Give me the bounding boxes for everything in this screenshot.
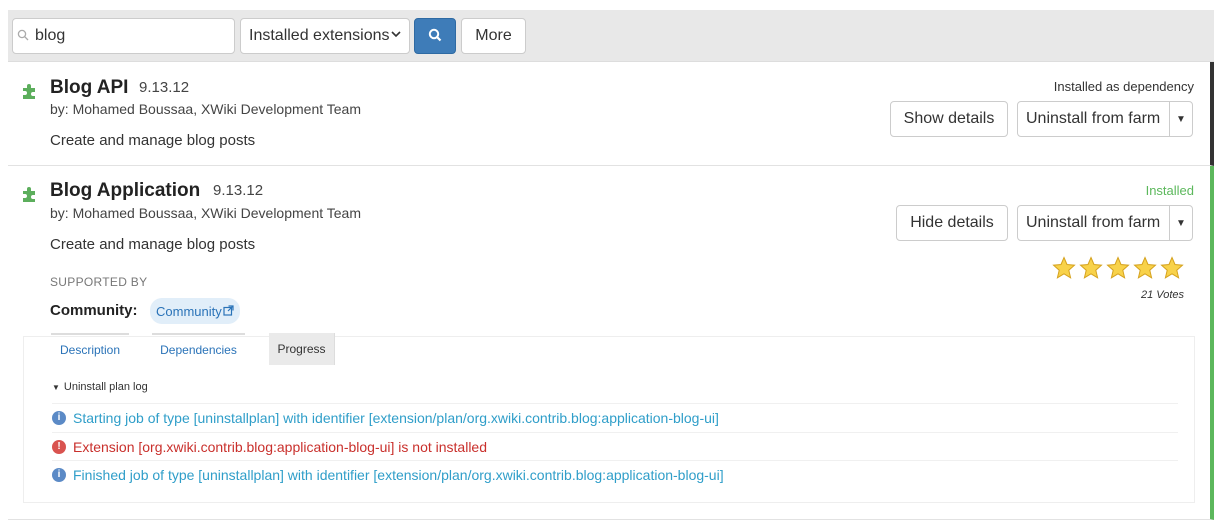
tab-progress[interactable]: Progress xyxy=(269,333,335,365)
extension-description: Create and manage blog posts xyxy=(50,236,256,253)
external-link-icon xyxy=(223,304,234,319)
error-icon: ! xyxy=(52,439,66,454)
log-entry: i Finished job of type [uninstallplan] w… xyxy=(52,460,1178,488)
uninstall-from-farm-button[interactable]: Uninstall from farm xyxy=(1018,102,1170,136)
show-details-button[interactable]: Show details xyxy=(890,101,1008,137)
uninstall-split-button: Uninstall from farm ▼ xyxy=(1017,101,1193,137)
puzzle-icon xyxy=(20,185,38,203)
votes-count: 21 Votes xyxy=(1140,289,1184,301)
info-icon: i xyxy=(52,467,66,482)
search-toolbar: Installed extensions More xyxy=(8,10,1214,62)
community-link[interactable]: Community xyxy=(150,298,240,324)
log-text: Extension [org.xwiki.contrib.blog:applic… xyxy=(73,438,487,455)
extension-version: 9.13.12 xyxy=(213,182,264,199)
log-entry: ! Extension [org.xwiki.contrib.blog:appl… xyxy=(52,432,1178,460)
search-button[interactable] xyxy=(414,18,456,54)
caret-down-icon[interactable]: ▼ xyxy=(1170,114,1192,125)
extension-description: Create and manage blog posts xyxy=(50,132,256,149)
search-icon xyxy=(428,28,442,45)
filter-selected-value: Installed extensions xyxy=(249,27,390,44)
rating-stars[interactable] xyxy=(1052,256,1184,280)
hide-details-button[interactable]: Hide details xyxy=(896,205,1008,241)
chevron-down-icon xyxy=(391,28,401,42)
more-button[interactable]: More xyxy=(461,18,526,54)
caret-down-icon: ▼ xyxy=(52,383,60,392)
extension-item-blog-application: Blog Application 9.13.12 by: Mohamed Bou… xyxy=(8,166,1214,520)
tab-dependencies[interactable]: Dependencies xyxy=(152,333,245,365)
puzzle-icon xyxy=(20,82,38,100)
extension-name[interactable]: Blog Application xyxy=(50,180,200,202)
tab-description[interactable]: Description xyxy=(51,333,129,365)
supported-by-heading: SUPPORTED BY xyxy=(50,275,148,289)
star-icon[interactable] xyxy=(1079,256,1103,280)
search-field-wrapper xyxy=(12,18,235,54)
extension-authors: by: Mohamed Boussaa, XWiki Development T… xyxy=(50,101,361,117)
star-icon[interactable] xyxy=(1160,256,1184,280)
star-icon[interactable] xyxy=(1106,256,1130,280)
status-badge: Installed xyxy=(1145,183,1194,198)
extension-authors: by: Mohamed Boussaa, XWiki Development T… xyxy=(50,205,361,221)
log-text: Finished job of type [uninstallplan] wit… xyxy=(73,466,724,483)
uninstall-from-farm-button[interactable]: Uninstall from farm xyxy=(1018,206,1170,240)
log-entry: i Starting job of type [uninstallplan] w… xyxy=(52,403,1178,431)
caret-down-icon[interactable]: ▼ xyxy=(1170,218,1192,229)
status-badge: Installed as dependency xyxy=(1053,79,1194,94)
star-icon[interactable] xyxy=(1052,256,1076,280)
log-text: Starting job of type [uninstallplan] wit… xyxy=(73,409,719,426)
details-tabs-panel: Description Dependencies Progress ▼ Unins… xyxy=(23,333,1195,503)
uninstall-plan-log-toggle[interactable]: ▼ Uninstall plan log xyxy=(52,381,148,393)
magnifier-icon xyxy=(17,29,35,44)
extension-filter-select[interactable]: Installed extensions xyxy=(240,18,410,54)
star-icon[interactable] xyxy=(1133,256,1157,280)
info-icon: i xyxy=(52,410,66,425)
extension-item-blog-api: Blog API 9.13.12 by: Mohamed Boussaa, XW… xyxy=(8,62,1214,166)
extension-name[interactable]: Blog API xyxy=(50,77,128,99)
community-label: Community: xyxy=(50,302,138,319)
extension-version: 9.13.12 xyxy=(139,79,190,96)
community-link-text: Community xyxy=(156,303,222,319)
log-title: Uninstall plan log xyxy=(63,381,148,393)
search-input[interactable] xyxy=(35,27,225,45)
uninstall-split-button: Uninstall from farm ▼ xyxy=(1017,205,1193,241)
